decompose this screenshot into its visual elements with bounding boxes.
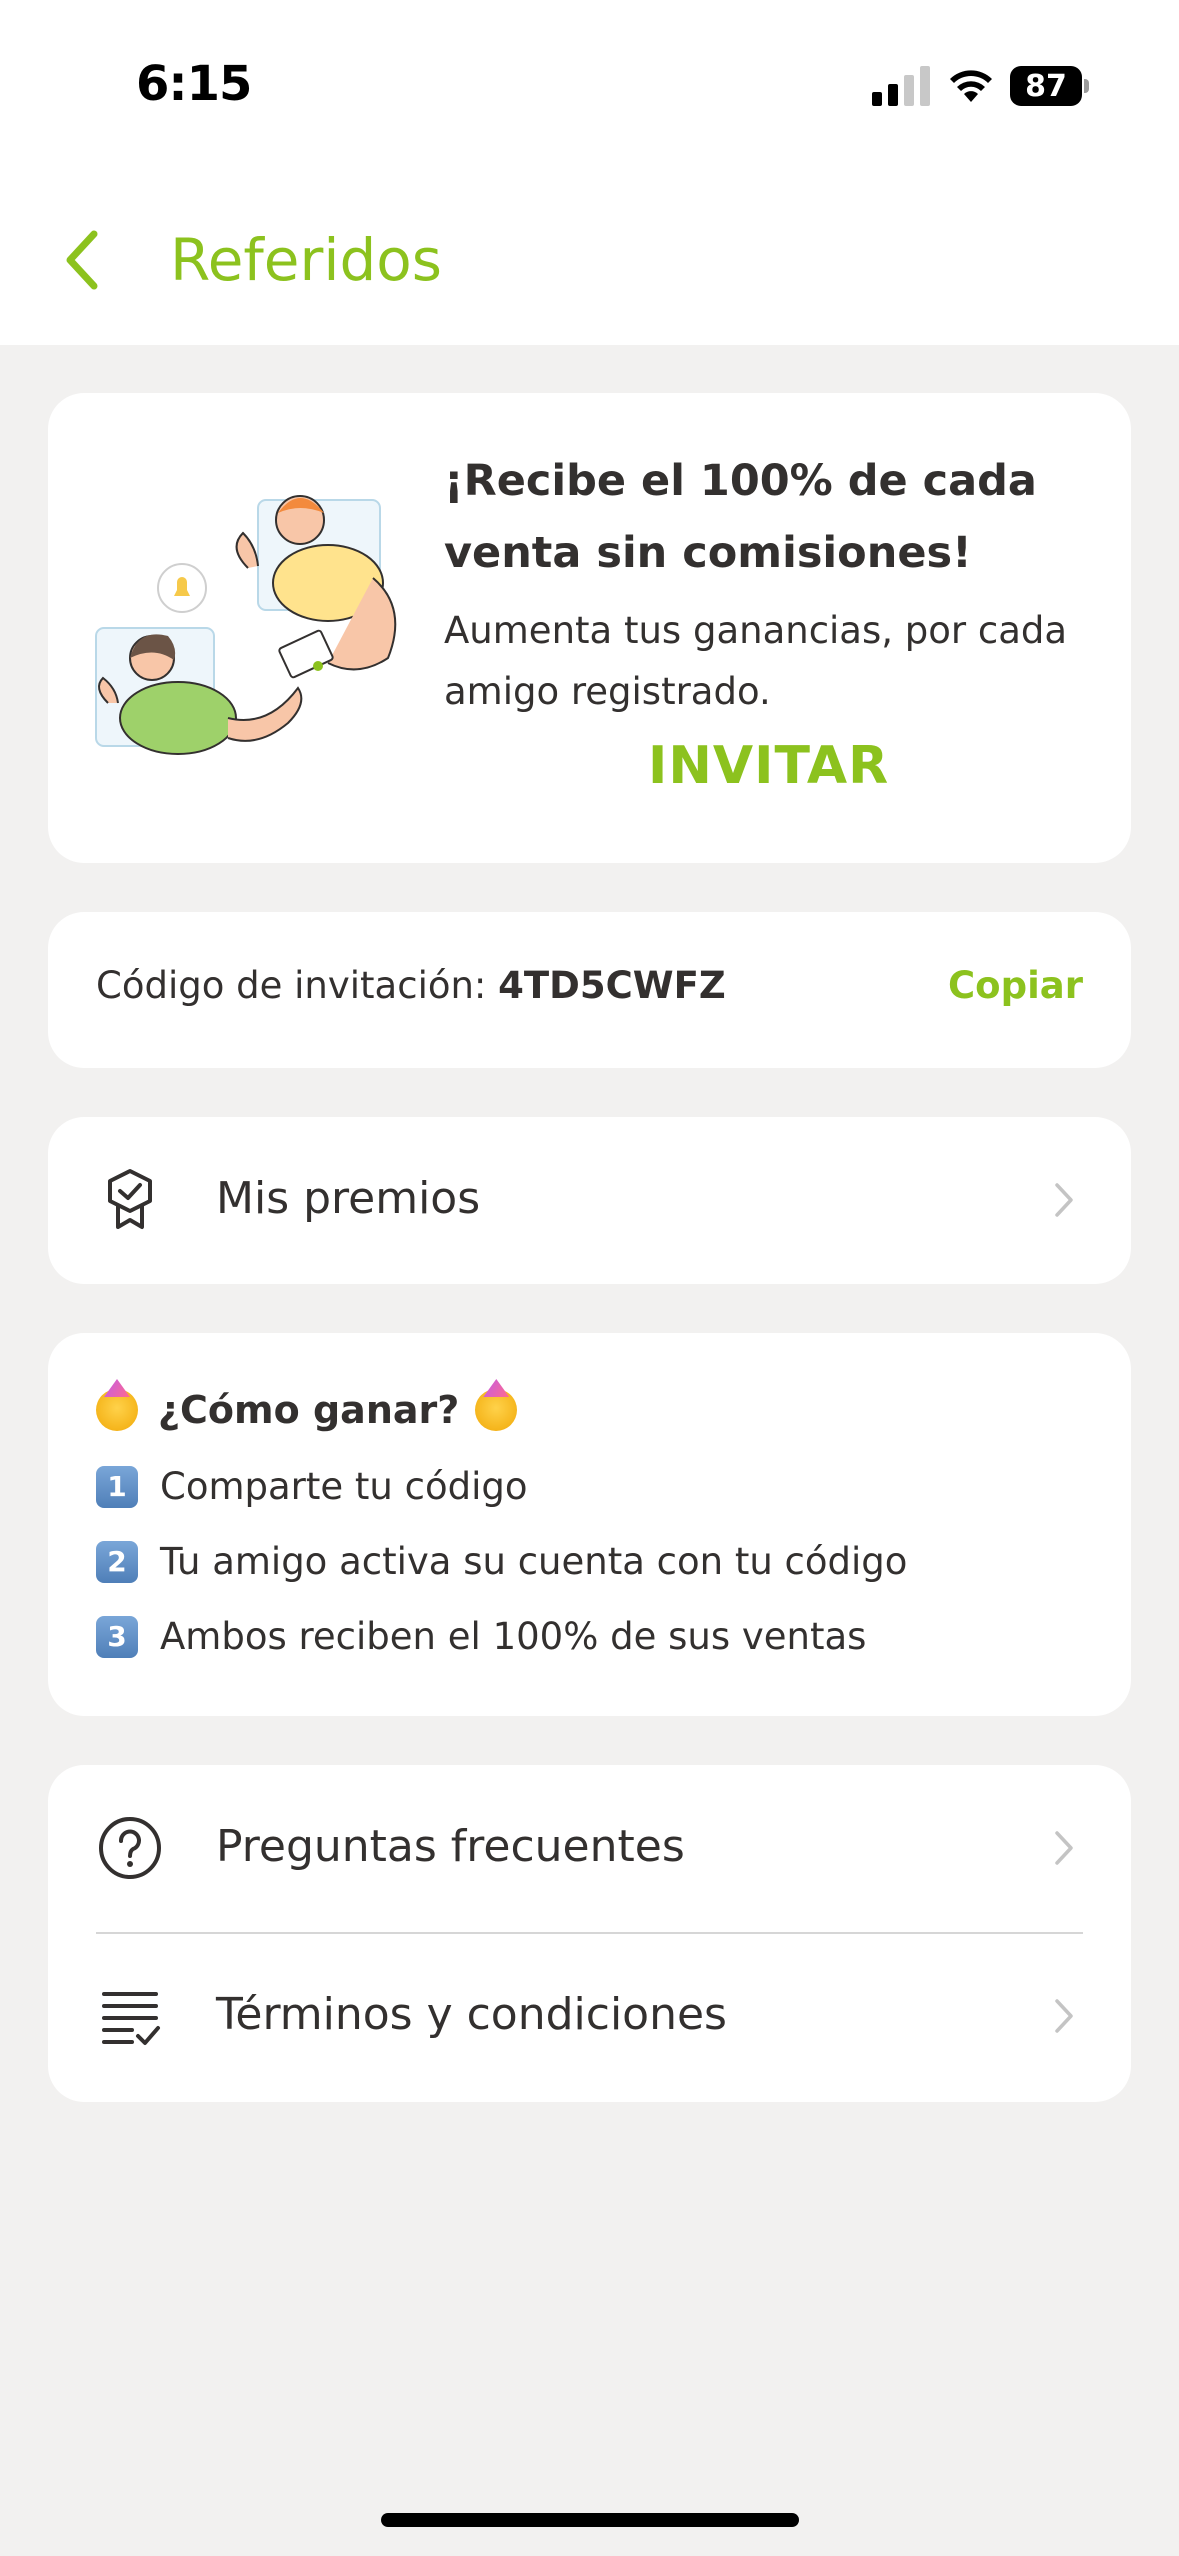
referral-illustration xyxy=(95,495,397,755)
battery-indicator: 87 xyxy=(1010,66,1089,106)
my-prizes-row[interactable]: Mis premios xyxy=(48,1117,1131,1284)
battery-level: 87 xyxy=(1010,66,1082,106)
promo-card: ¡Recibe el 100% de cada venta sin comisi… xyxy=(48,393,1131,863)
step-text: Ambos reciben el 100% de sus ventas xyxy=(160,1615,867,1658)
step-item: 1 Comparte tu código xyxy=(96,1465,528,1508)
how-to-earn-title: ¿Cómo ganar? xyxy=(96,1388,518,1432)
invite-code-value: 4TD5CWFZ xyxy=(498,964,726,1007)
question-circle-icon xyxy=(99,1817,161,1879)
status-time: 6:15 xyxy=(136,56,252,112)
help-card: Preguntas frecuentes Términos y condicio… xyxy=(48,1765,1131,2102)
chevron-left-icon[interactable] xyxy=(58,228,110,292)
how-to-earn-card: ¿Cómo ganar? 1 Comparte tu código 2 Tu a… xyxy=(48,1333,1131,1716)
my-prizes-label: Mis premios xyxy=(216,1173,481,1224)
page-title: Referidos xyxy=(170,226,442,294)
faq-label: Preguntas frecuentes xyxy=(216,1821,685,1872)
terms-label: Términos y condiciones xyxy=(216,1989,727,2040)
wifi-icon xyxy=(950,70,992,102)
step-text: Tu amigo activa su cuenta con tu código xyxy=(160,1540,908,1583)
cellular-signal-icon xyxy=(872,66,930,106)
copy-button[interactable]: Copiar xyxy=(948,964,1083,1007)
keycap-1-icon: 1 xyxy=(96,1465,138,1508)
how-to-earn-heading: ¿Cómo ganar? xyxy=(158,1388,460,1432)
keycap-3-icon: 3 xyxy=(96,1615,138,1658)
party-face-icon xyxy=(475,1389,518,1431)
keycap-2-icon: 2 xyxy=(96,1540,138,1583)
step-text: Comparte tu código xyxy=(160,1465,528,1508)
party-face-icon xyxy=(96,1389,138,1431)
faq-row[interactable]: Preguntas frecuentes xyxy=(48,1765,1131,1932)
checklist-icon xyxy=(102,1992,160,2045)
chevron-right-icon xyxy=(1055,1183,1073,1217)
step-item: 2 Tu amigo activa su cuenta con tu códig… xyxy=(96,1540,907,1583)
home-indicator[interactable] xyxy=(381,2513,799,2527)
chevron-right-icon xyxy=(1055,1999,1073,2033)
invite-button[interactable]: INVITAR xyxy=(648,736,889,796)
invite-code-label: Código de invitación: xyxy=(96,964,499,1007)
invite-code-text: Código de invitación: 4TD5CWFZ xyxy=(96,964,726,1007)
promo-title: ¡Recibe el 100% de cada venta sin comisi… xyxy=(444,456,1037,578)
promo-subtitle: Aumenta tus ganancias, por cada amigo re… xyxy=(444,609,1068,713)
badge-icon xyxy=(108,1169,152,1229)
chevron-right-icon xyxy=(1055,1831,1073,1865)
battery-tip xyxy=(1084,79,1089,93)
step-item: 3 Ambos reciben el 100% de sus ventas xyxy=(96,1615,866,1658)
terms-row[interactable]: Términos y condiciones xyxy=(48,1934,1131,2102)
invite-code-card: Código de invitación: 4TD5CWFZ Copiar xyxy=(48,912,1131,1068)
